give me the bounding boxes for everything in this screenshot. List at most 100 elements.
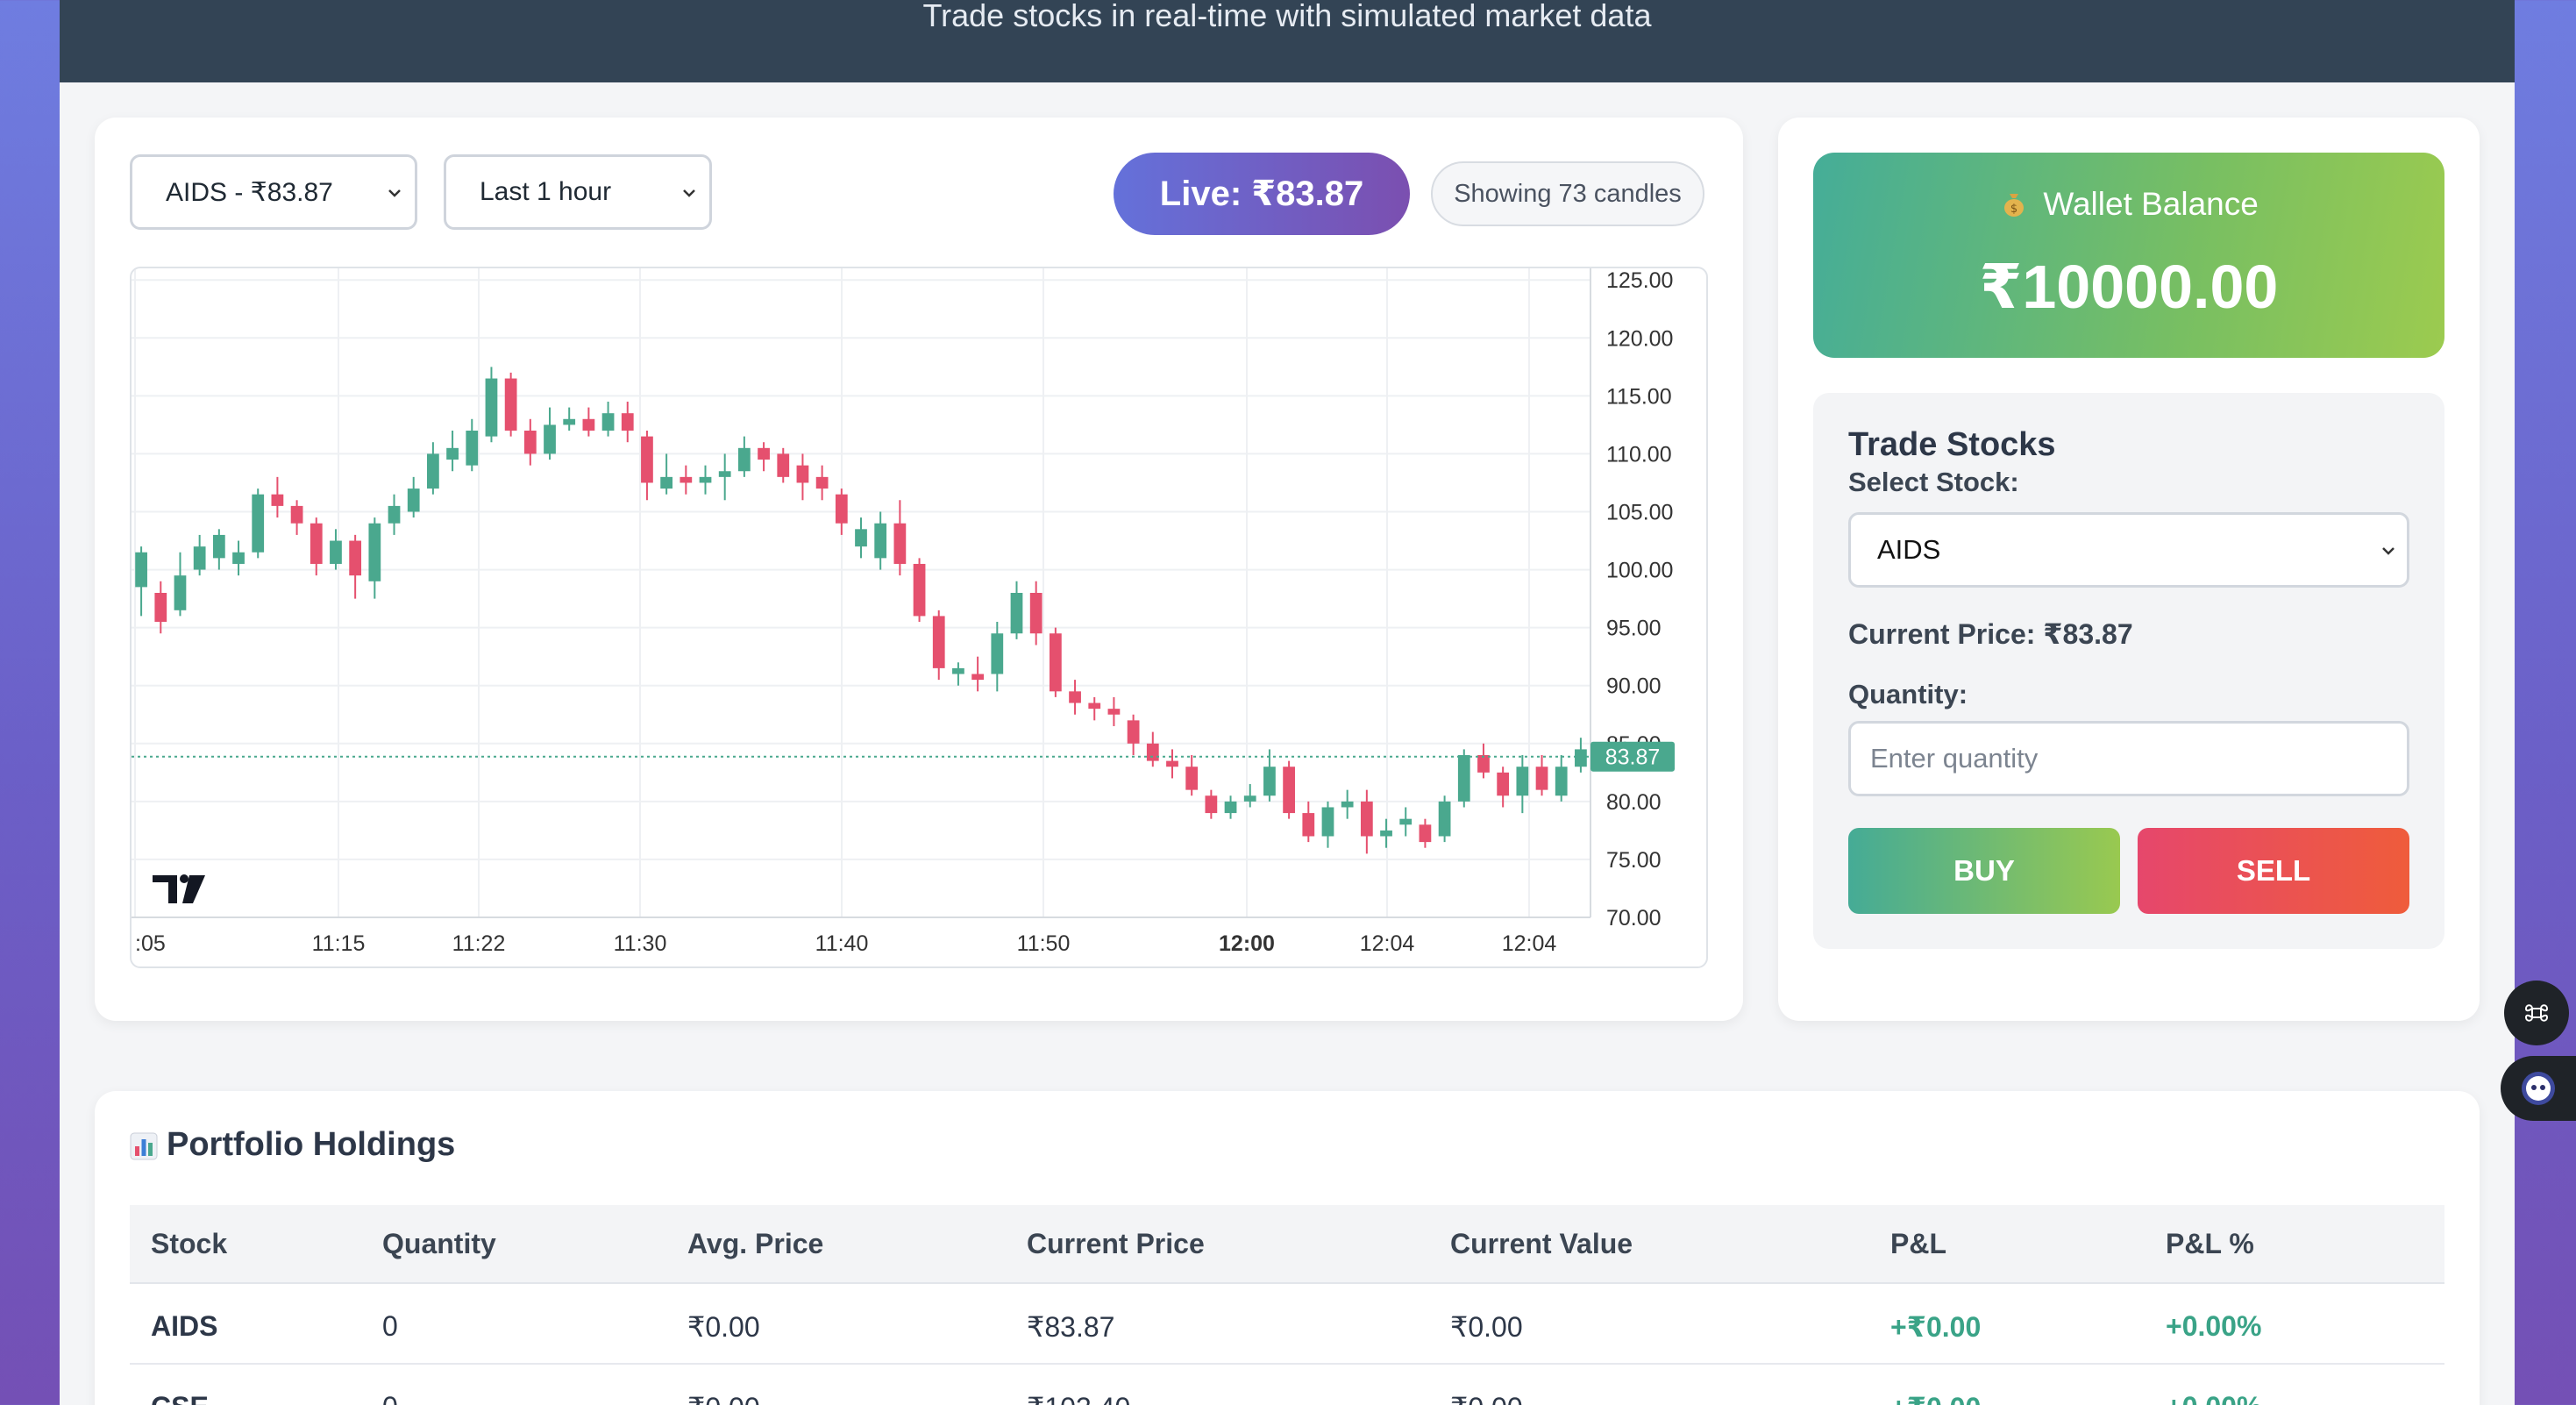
y-tick-label: 75.00	[1606, 848, 1662, 873]
chevron-down-icon	[388, 189, 401, 197]
candle-body	[466, 431, 479, 466]
table-row[interactable]: CSE 0 ₹0.00 ₹103.40 ₹0.00 +₹0.00 +0.00%	[130, 1365, 2444, 1405]
candle-body	[815, 476, 829, 489]
cell-current-price: ₹83.87	[1027, 1311, 1115, 1343]
candle-body	[1224, 801, 1237, 814]
x-tick-label: 11:30	[614, 931, 667, 956]
candle-body	[504, 378, 517, 431]
candle-body	[913, 563, 926, 617]
trade-title: Trade Stocks	[1848, 426, 2056, 463]
chevron-down-icon	[683, 189, 695, 197]
x-tick-label: 11:40	[815, 931, 869, 956]
candle-body	[1069, 691, 1081, 703]
cell-pnl: +₹0.00	[1890, 1391, 1981, 1405]
candle-body	[1243, 795, 1256, 802]
cell-pnl-percent: +0.00%	[2166, 1391, 2261, 1405]
wallet-balance-value: ₹10000.00	[1979, 253, 2279, 321]
candle-body	[1477, 755, 1490, 773]
candle-body	[135, 552, 147, 588]
candle-body	[952, 667, 964, 674]
header-subtitle: Trade stocks in real-time with simulated…	[922, 0, 1652, 33]
candle-body	[1399, 818, 1413, 825]
stock-chart-select[interactable]: AIDS - ₹83.87	[130, 154, 417, 230]
y-tick-label: 115.00	[1606, 384, 1672, 409]
x-tick-label: :05	[135, 931, 166, 956]
cell-avg-price: ₹0.00	[687, 1391, 760, 1405]
y-tick-label: 80.00	[1606, 790, 1662, 815]
candle-body	[1497, 772, 1510, 796]
candle-body	[1535, 767, 1548, 790]
y-tick-label: 120.00	[1606, 326, 1673, 351]
x-tick-label: 11:15	[312, 931, 366, 956]
y-tick-label: 125.00	[1606, 268, 1673, 293]
x-tick-label: 11:22	[452, 931, 506, 956]
candle-body	[174, 575, 187, 610]
candle-body	[1321, 807, 1334, 837]
y-tick-label: 95.00	[1606, 617, 1662, 641]
cell-stock: AIDS	[151, 1310, 218, 1342]
chart-card: AIDS - ₹83.87 Last 1 hour Live: ₹83.87 S…	[95, 118, 1743, 1021]
candle-body	[212, 534, 225, 559]
holdings-title: Portfolio Holdings	[167, 1126, 456, 1163]
candle-body	[523, 431, 537, 454]
col-header-stock: Stock	[151, 1228, 228, 1259]
sell-button[interactable]: SELL	[2138, 828, 2409, 914]
candle-body	[1146, 743, 1159, 761]
cell-pnl-percent: +0.00%	[2166, 1310, 2262, 1342]
col-header-pnl: P&L	[1890, 1228, 1946, 1259]
bar-chart-icon	[130, 1131, 158, 1159]
chevron-down-icon	[2382, 547, 2395, 555]
cell-quantity: 0	[382, 1391, 398, 1405]
candle-body	[407, 489, 420, 512]
holdings-title-row: Portfolio Holdings	[130, 1126, 455, 1164]
candle-body	[796, 465, 809, 483]
candle-body	[252, 494, 265, 553]
y-tick-label: 105.00	[1606, 501, 1673, 525]
cell-stock: CSE	[151, 1391, 209, 1405]
wallet-balance-card: $ Wallet Balance ₹10000.00	[1813, 153, 2444, 358]
last-price-label: 83.87	[1605, 745, 1661, 770]
candle-body	[290, 505, 303, 524]
candle-body	[1438, 801, 1451, 837]
candle-body	[874, 523, 887, 559]
stock-select-value: AIDS	[1877, 534, 1941, 565]
assistant-bot-icon	[2522, 1072, 2555, 1105]
candle-body	[582, 418, 595, 431]
candlestick-chart[interactable]: 125.00 120.00 115.00 110.00 105.00 100.00 95.0…	[130, 267, 1708, 968]
quantity-input[interactable]	[1848, 721, 2409, 796]
table-row[interactable]: AIDS 0 ₹0.00 ₹83.87 ₹0.00 +₹0.00 +0.00%	[130, 1284, 2444, 1365]
candle-body	[368, 523, 381, 581]
stock-select[interactable]: AIDS	[1848, 512, 2409, 588]
command-menu-button[interactable]	[2504, 981, 2569, 1045]
time-range-select[interactable]: Last 1 hour	[444, 154, 712, 230]
candle-body	[193, 546, 206, 570]
money-bag-icon: $	[1999, 189, 2029, 218]
candle-body	[1555, 767, 1568, 796]
candle-body	[1380, 830, 1392, 837]
y-tick-label: 90.00	[1606, 674, 1662, 699]
tradingview-logo-icon	[153, 874, 205, 903]
assistant-button[interactable]	[2501, 1056, 2576, 1121]
cell-quantity: 0	[382, 1310, 398, 1342]
candle-body	[758, 447, 770, 460]
candle-body	[893, 523, 907, 564]
candle-body	[1360, 801, 1373, 837]
candle-body	[1010, 593, 1023, 634]
col-header-pnl-percent: P&L %	[2166, 1228, 2254, 1259]
candle-body	[660, 476, 673, 489]
trade-card: $ Wallet Balance ₹10000.00 Trade Stocks …	[1778, 118, 2480, 1021]
buy-button[interactable]: BUY	[1848, 828, 2120, 914]
candle-body	[680, 476, 693, 483]
y-tick-label: 70.00	[1606, 906, 1662, 931]
col-header-current-value: Current Value	[1450, 1228, 1633, 1259]
candle-body	[271, 494, 284, 506]
live-price-badge: Live: ₹83.87	[1114, 153, 1410, 235]
x-tick-label: 12:00	[1219, 931, 1275, 956]
candle-body	[1107, 709, 1121, 715]
candle-body	[738, 447, 751, 472]
col-header-current-price: Current Price	[1027, 1228, 1205, 1259]
candle-body	[699, 476, 712, 483]
candle-body	[1185, 767, 1199, 790]
cell-avg-price: ₹0.00	[687, 1311, 760, 1343]
candle-body	[718, 471, 731, 477]
